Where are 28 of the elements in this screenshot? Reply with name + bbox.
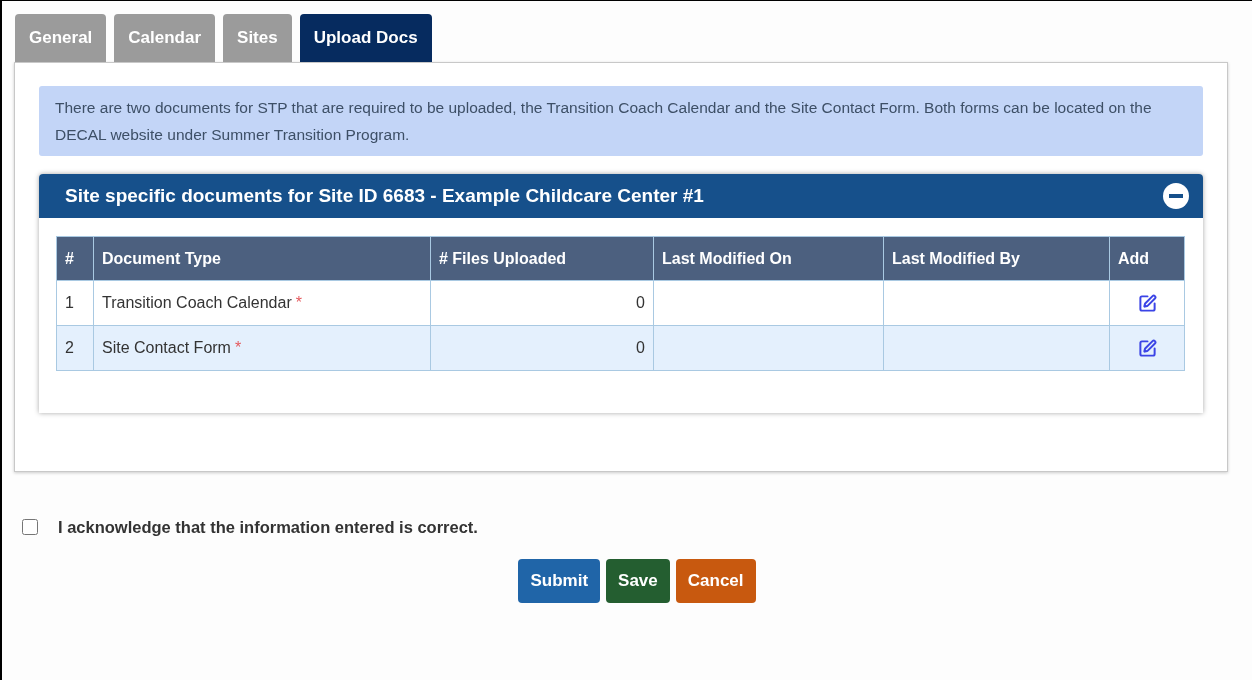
tab[interactable]: Calendar (114, 14, 216, 62)
edit-icon[interactable] (1137, 339, 1157, 359)
action-button[interactable]: Submit (518, 558, 601, 603)
info-message: There are two documents for STP that are required to be uploaded, the Transition Coach Calendar and the Site Contact Form. Both forms can be located on the DECAL website under Summer Transition Program. (39, 86, 1203, 156)
table-cell: 0 (430, 280, 654, 326)
card-title: Site specific documents for Site ID 6683 - Example Childcare Center #1 (65, 183, 704, 208)
column-header: Last Modified By (883, 236, 1110, 281)
table-cell: Site Contact Form (102, 339, 231, 356)
tab[interactable]: Upload Docs (299, 14, 432, 62)
table-cell: 1 (56, 280, 94, 326)
action-button[interactable]: Save (606, 558, 670, 603)
column-header: Document Type (93, 236, 431, 281)
tab[interactable]: General (15, 14, 107, 62)
table-cell: 0 (430, 325, 654, 371)
column-header: # (56, 236, 94, 281)
table-cell: Transition Coach Calendar (102, 294, 292, 311)
table-cell: 2 (56, 325, 94, 371)
tab[interactable]: Sites (223, 14, 292, 62)
column-header: Add (1109, 236, 1185, 281)
required-mark: * (295, 294, 302, 311)
required-mark: * (234, 339, 242, 356)
edit-icon[interactable] (1137, 294, 1157, 314)
column-header: Last Modified On (653, 236, 884, 281)
collapse-toggle-icon[interactable] (1163, 183, 1189, 209)
acknowledge-label: I acknowledge that the information entered is correct. (58, 517, 478, 538)
action-button[interactable]: Cancel (675, 558, 756, 603)
acknowledge-checkbox[interactable] (22, 519, 38, 536)
column-header: # Files Uploaded (430, 236, 654, 281)
